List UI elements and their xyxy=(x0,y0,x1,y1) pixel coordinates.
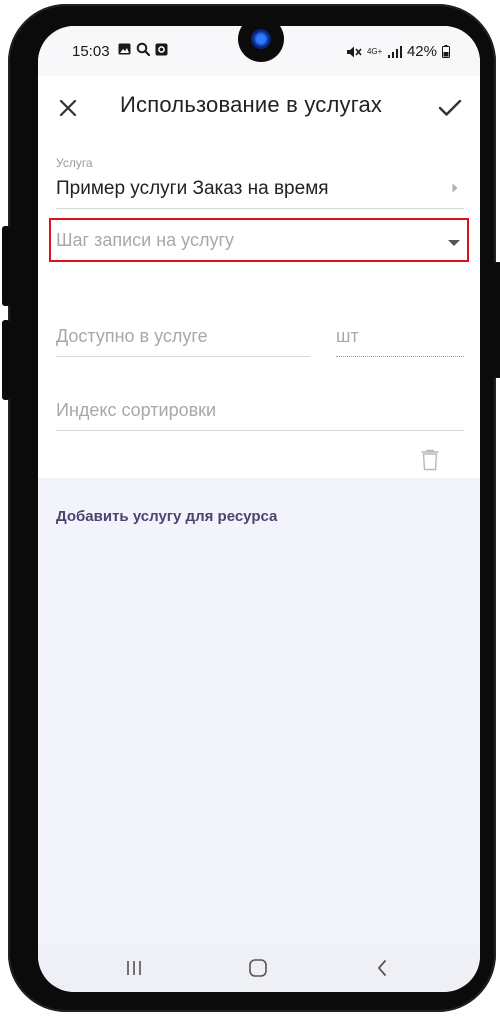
front-camera xyxy=(238,16,284,62)
home-button[interactable] xyxy=(238,954,278,982)
app-bar: Использование в услугах xyxy=(38,76,480,140)
close-icon xyxy=(59,99,77,117)
signal-icon xyxy=(387,45,402,58)
close-button[interactable] xyxy=(50,90,86,126)
available-in-service-underline xyxy=(56,356,310,357)
back-button[interactable] xyxy=(362,954,402,982)
network-type: 4G+ xyxy=(366,46,383,56)
battery-percent: 42% xyxy=(406,43,437,60)
chevron-right-icon xyxy=(452,183,458,193)
service-usage-form: Услуга Пример услуги Заказ на время Шаг … xyxy=(38,140,480,478)
back-icon xyxy=(378,960,386,976)
recent-apps-button[interactable] xyxy=(114,954,154,982)
unit-field[interactable]: шт xyxy=(328,300,480,360)
service-field[interactable]: Услуга Пример услуги Заказ на время xyxy=(38,140,480,210)
status-time: 15:03 xyxy=(72,43,110,60)
delete-button[interactable] xyxy=(412,442,448,478)
highlight-box xyxy=(49,218,469,262)
trash-icon xyxy=(421,449,439,471)
phone-right-button xyxy=(494,262,500,378)
available-in-service-placeholder: Доступно в услуге xyxy=(56,326,208,346)
mute-icon xyxy=(346,46,362,57)
sort-index-placeholder: Индекс сортировки xyxy=(56,400,217,420)
sort-index-input[interactable]: Индекс сортировки xyxy=(38,374,480,434)
add-service-link[interactable]: Добавить услугу для ресурса xyxy=(56,508,277,525)
search-notification-icon xyxy=(136,42,150,56)
available-in-service-input[interactable]: Доступно в услуге xyxy=(38,300,328,360)
phone-left-button-lower xyxy=(2,320,10,400)
unit-dotted-underline xyxy=(336,356,464,357)
service-field-value: Пример услуги Заказ на время xyxy=(56,178,329,199)
recent-apps-icon xyxy=(127,961,141,975)
phone-left-button-upper xyxy=(2,226,10,306)
service-field-underline xyxy=(56,208,464,209)
sort-index-underline xyxy=(56,430,464,431)
app-notification-icon xyxy=(155,43,168,55)
screen: 15:03 4G+ 42% Использование в услугах Ус… xyxy=(38,26,480,992)
status-right: 4G+ 42% xyxy=(346,43,450,60)
system-nav-bar xyxy=(38,944,480,992)
check-icon xyxy=(438,99,462,116)
unit-label: шт xyxy=(336,326,359,346)
service-field-label: Услуга xyxy=(56,156,93,170)
gallery-icon xyxy=(118,43,131,55)
phone-frame: 15:03 4G+ 42% Использование в услугах Ус… xyxy=(2,4,500,1012)
status-notification-icons xyxy=(118,42,168,56)
page-title: Использование в услугах xyxy=(120,92,383,117)
battery-icon xyxy=(442,45,450,58)
home-icon xyxy=(249,959,267,977)
camera-lens xyxy=(251,29,271,49)
confirm-button[interactable] xyxy=(432,90,468,126)
